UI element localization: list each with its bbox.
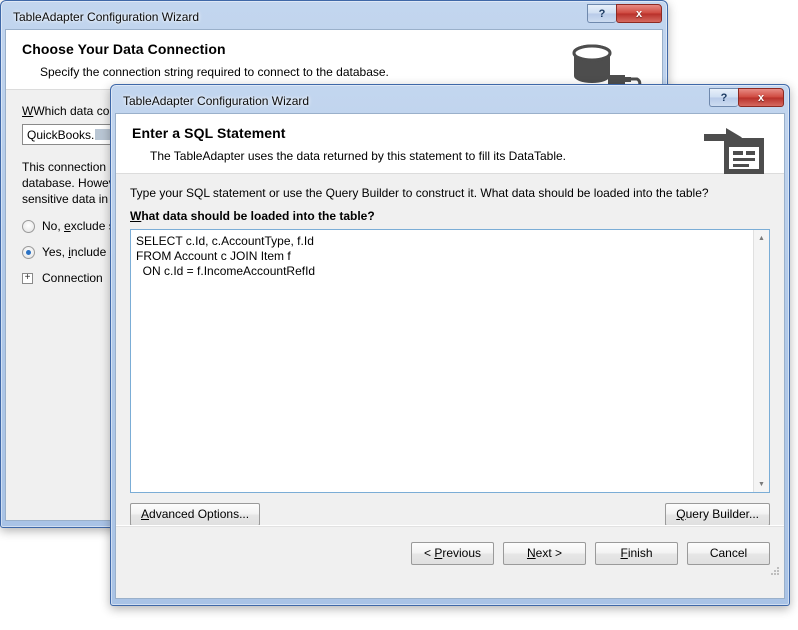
page-title: Enter a SQL Statement bbox=[132, 125, 286, 141]
navigation-buttons: < Previous Next > Finish Cancel bbox=[411, 542, 770, 565]
dialog-wizard-header: Enter a SQL Statement The TableAdapter u… bbox=[116, 114, 784, 174]
query-builder-button[interactable]: Query Builder... bbox=[665, 503, 770, 526]
help-icon[interactable]: ? bbox=[709, 88, 738, 107]
dialog-body: Type your SQL statement or use the Query… bbox=[116, 174, 784, 579]
dialog-titlebar[interactable]: TableAdapter Configuration Wizard ? x bbox=[115, 88, 785, 113]
sql-intro-text: Type your SQL statement or use the Query… bbox=[130, 186, 709, 200]
dialog-client: Enter a SQL Statement The TableAdapter u… bbox=[115, 113, 785, 599]
dialog-caption-buttons: ? x bbox=[709, 88, 784, 108]
background-page-subtitle: Specify the connection string required t… bbox=[40, 65, 389, 79]
dialog-title: TableAdapter Configuration Wizard bbox=[123, 94, 310, 108]
connection-string-value: QuickBooks. bbox=[27, 127, 95, 142]
auxiliary-button-row: Advanced Options... Query Builder... bbox=[130, 503, 770, 526]
sql-statement-input[interactable] bbox=[131, 230, 753, 492]
previous-button[interactable]: < Previous bbox=[411, 542, 494, 565]
background-wizard-header: Choose Your Data Connection Specify the … bbox=[6, 30, 662, 90]
cancel-button[interactable]: Cancel bbox=[687, 542, 770, 565]
scroll-up-icon[interactable]: ▲ bbox=[754, 230, 770, 246]
radio-exclude-label: No, exclude s bbox=[42, 219, 115, 233]
sql-editor-scrollbar[interactable]: ▲ ▼ bbox=[753, 230, 769, 492]
radio-include-label: Yes, include s bbox=[42, 245, 116, 259]
finish-button[interactable]: Finish bbox=[595, 542, 678, 565]
query-label: What data should be loaded into the tabl… bbox=[130, 209, 375, 223]
resize-grip[interactable] bbox=[769, 565, 781, 577]
background-window-caption-buttons: ? x bbox=[587, 4, 662, 24]
sql-statement-icon bbox=[704, 128, 766, 179]
close-icon[interactable]: x bbox=[738, 88, 784, 107]
help-icon[interactable]: ? bbox=[587, 4, 616, 23]
sql-statement-dialog[interactable]: TableAdapter Configuration Wizard ? x En… bbox=[110, 84, 790, 606]
radio-button-selected-icon bbox=[22, 245, 35, 259]
close-icon[interactable]: x bbox=[616, 4, 662, 23]
navigation-separator bbox=[116, 525, 784, 527]
advanced-options-button[interactable]: Advanced Options... bbox=[130, 503, 261, 526]
radio-exclude-label-text: xclude s bbox=[70, 219, 115, 233]
radio-button-icon bbox=[22, 219, 35, 233]
plus-icon: + bbox=[22, 272, 33, 284]
sql-editor[interactable]: ▲ ▼ bbox=[130, 229, 770, 493]
background-window-title: TableAdapter Configuration Wizard bbox=[13, 10, 200, 24]
background-window-titlebar[interactable]: TableAdapter Configuration Wizard ? x bbox=[5, 4, 663, 29]
next-button[interactable]: Next > bbox=[503, 542, 586, 565]
expander-label: Connection bbox=[42, 271, 103, 285]
scroll-down-icon[interactable]: ▼ bbox=[754, 476, 770, 492]
background-page-title: Choose Your Data Connection bbox=[22, 41, 226, 57]
page-subtitle: The TableAdapter uses the data returned … bbox=[150, 149, 567, 163]
